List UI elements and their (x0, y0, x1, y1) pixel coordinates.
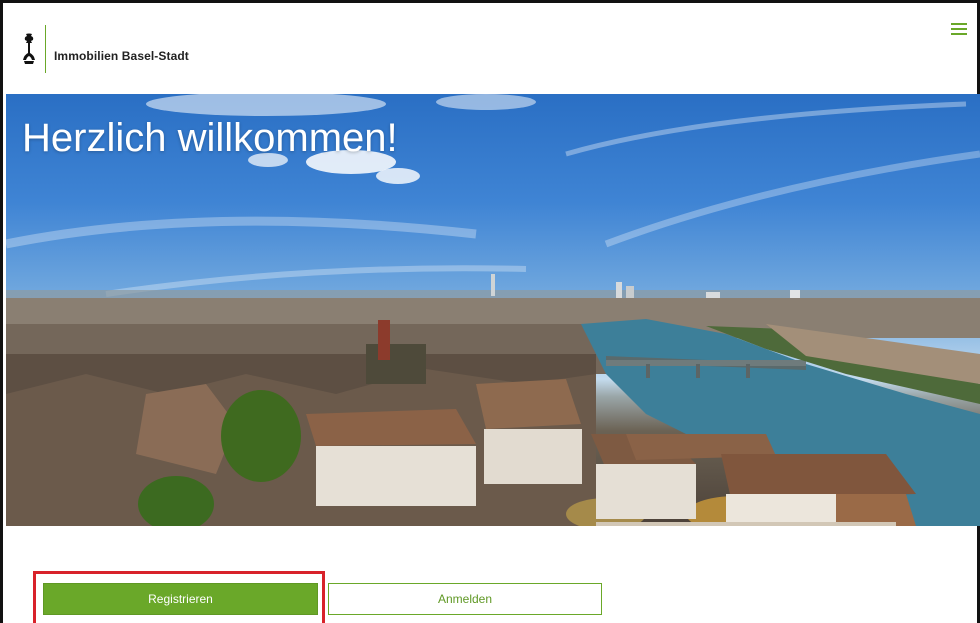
logo-divider (45, 25, 46, 73)
header: Immobilien Basel-Stadt (3, 3, 977, 91)
logo[interactable]: Immobilien Basel-Stadt (21, 25, 189, 73)
hamburger-menu-icon[interactable] (951, 23, 967, 37)
hero-banner: Herzlich willkommen! (6, 94, 980, 526)
baselstab-icon (23, 33, 35, 64)
register-button[interactable]: Registrieren (43, 583, 318, 615)
page-title: Herzlich willkommen! (22, 116, 398, 160)
brand-name: Immobilien Basel-Stadt (54, 49, 189, 63)
login-button[interactable]: Anmelden (328, 583, 602, 615)
